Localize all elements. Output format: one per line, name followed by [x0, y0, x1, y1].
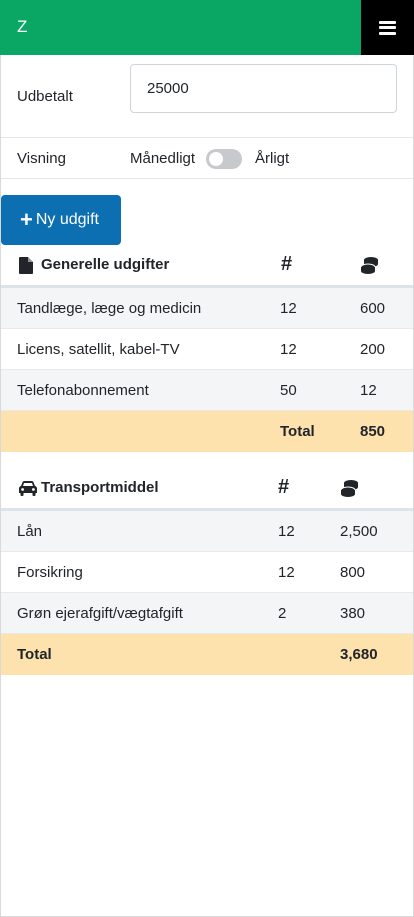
total-label: Total — [280, 423, 315, 440]
coins-icon — [360, 257, 378, 274]
navbar: Z — [0, 0, 414, 55]
table-row[interactable]: Forsikring 12 800 — [1, 552, 413, 593]
car-icon — [19, 481, 37, 496]
expense-count: 12 — [278, 564, 295, 581]
view-toggle[interactable] — [206, 149, 242, 169]
count-header: # — [281, 253, 293, 275]
expense-amount: 800 — [340, 564, 366, 581]
expense-amount: 380 — [340, 605, 366, 622]
table-row[interactable]: Telefonabonnement 50 12 — [1, 370, 413, 411]
total-row: Total 850 — [1, 411, 413, 452]
toggle-knob — [209, 152, 223, 166]
expense-name: Lån — [17, 523, 43, 540]
expense-count: 12 — [280, 300, 297, 317]
expense-name: Licens, satellit, kabel-TV — [17, 341, 180, 358]
menu-button[interactable] — [361, 0, 414, 55]
file-icon — [19, 257, 33, 274]
hamburger-icon — [379, 20, 396, 35]
divider — [1, 178, 413, 179]
expense-name: Tandlæge, læge og medicin — [17, 300, 202, 317]
total-value: 850 — [360, 423, 386, 440]
section-header-transport: Transportmiddel # — [1, 470, 413, 508]
total-value: 3,680 — [340, 646, 378, 663]
expense-name: Telefonabonnement — [17, 382, 149, 399]
expense-count: 2 — [278, 605, 287, 622]
table-row[interactable]: Tandlæge, læge og medicin 12 600 — [1, 288, 413, 329]
table-row[interactable]: Grøn ejerafgift/vægtafgift 2 380 — [1, 593, 413, 634]
expense-count: 12 — [278, 523, 295, 540]
table-row[interactable]: Licens, satellit, kabel-TV 12 200 — [1, 329, 413, 370]
plus-icon: + — [20, 207, 33, 232]
expense-amount: 600 — [360, 300, 386, 317]
expense-count: 50 — [280, 382, 297, 399]
expense-name: Grøn ejerafgift/vægtafgift — [17, 605, 183, 622]
paid-label: Udbetalt — [17, 88, 73, 105]
add-expense-label: Ny udgift — [35, 211, 99, 228]
view-label: Visning — [17, 150, 66, 167]
expense-amount: 200 — [360, 341, 386, 358]
yearly-label: Årligt — [255, 150, 290, 167]
expense-name: Forsikring — [17, 564, 83, 581]
total-label: Total — [17, 646, 52, 663]
brand-title[interactable]: Z — [17, 17, 27, 37]
divider — [1, 137, 413, 138]
coins-icon — [340, 480, 358, 497]
monthly-label: Månedligt — [130, 150, 196, 167]
paid-input[interactable] — [130, 64, 397, 113]
section-title: Transportmiddel — [41, 479, 159, 496]
expense-amount: 2,500 — [340, 523, 378, 540]
table-row[interactable]: Lån 12 2,500 — [1, 511, 413, 552]
expense-amount: 12 — [360, 382, 377, 399]
expense-count: 12 — [280, 341, 297, 358]
count-header: # — [278, 476, 290, 498]
section-header-general: Generelle udgifter # — [1, 247, 413, 285]
section-title: Generelle udgifter — [41, 256, 170, 273]
total-row: Total 3,680 — [1, 634, 413, 675]
add-expense-button[interactable]: + Ny udgift — [1, 195, 121, 245]
